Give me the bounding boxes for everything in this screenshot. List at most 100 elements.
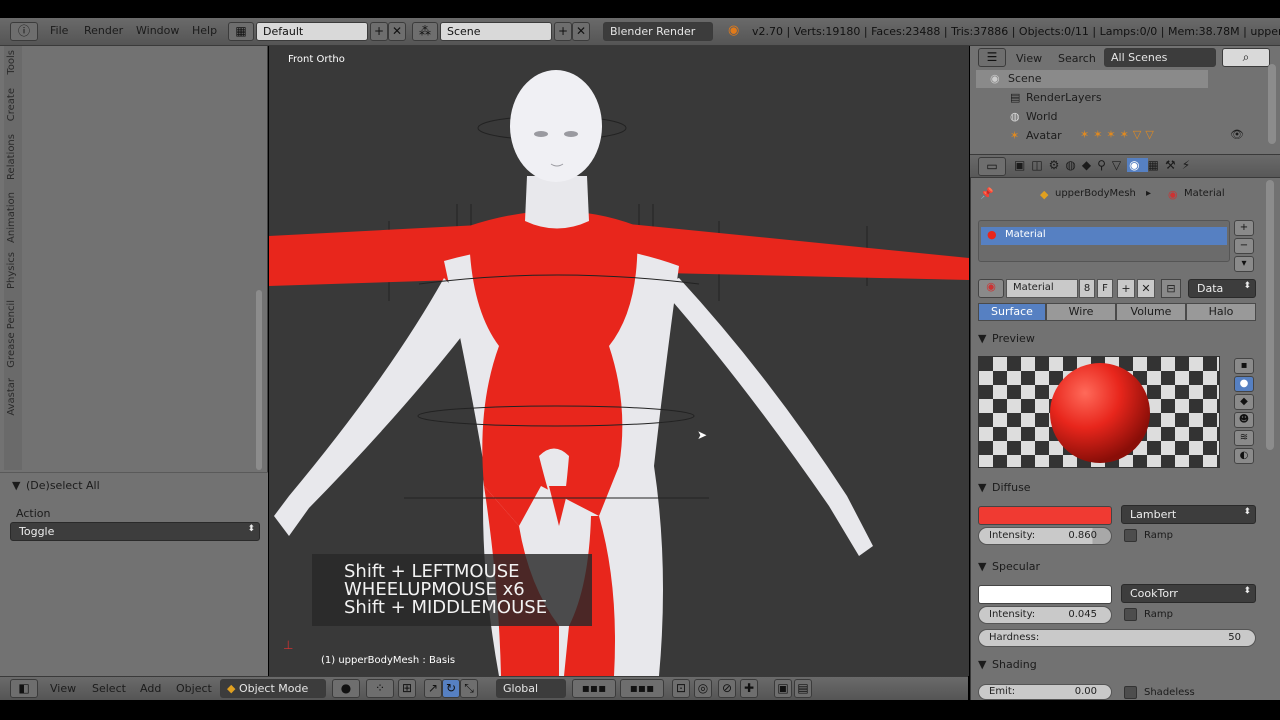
preview-flat-icon[interactable]: ▪: [1234, 358, 1254, 374]
rotate-icon[interactable]: ↻: [442, 679, 460, 698]
preview-sky-icon[interactable]: ◐: [1234, 448, 1254, 464]
tab-tools[interactable]: Tools: [6, 50, 20, 75]
link-select[interactable]: Data ⬍: [1188, 279, 1256, 298]
outliner-row-renderlayers[interactable]: ▤ RenderLayers: [996, 89, 1196, 107]
search-icon[interactable]: ⌕: [1222, 48, 1270, 67]
collapse-arrow-icon[interactable]: ▼: [12, 479, 20, 492]
snap-icon[interactable]: ⊘: [718, 679, 736, 698]
material-slot-row[interactable]: ● Material: [981, 227, 1227, 245]
outliner-row-world[interactable]: ◍ World: [1010, 108, 1190, 126]
menu-view[interactable]: View: [50, 682, 76, 695]
editor-type-icon[interactable]: ▭: [978, 157, 1006, 176]
lock-icon[interactable]: ⊡: [672, 679, 690, 698]
collapse-arrow-icon[interactable]: ▼: [978, 481, 986, 494]
diffuse-intensity-slider[interactable]: Intensity: 0.860: [978, 527, 1112, 545]
tab-wire[interactable]: Wire: [1046, 303, 1116, 321]
tab-relations[interactable]: Relations: [6, 134, 20, 180]
menu-select[interactable]: Select: [92, 682, 126, 695]
preview-sphere-icon[interactable]: ●: [1234, 376, 1254, 392]
add-layout-icon[interactable]: +: [370, 22, 388, 41]
manipulator-icon[interactable]: ⊞: [398, 679, 416, 698]
tab-create[interactable]: Create: [6, 88, 20, 121]
proportional-icon[interactable]: ◎: [694, 679, 712, 698]
tab-physics[interactable]: Physics: [6, 252, 20, 289]
layers-icon-2[interactable]: ▪▪▪: [620, 679, 664, 698]
scene-stats: v2.70 | Verts:19180 | Faces:23488 | Tris…: [752, 25, 1280, 38]
diffuse-ramp-checkbox[interactable]: [1124, 529, 1137, 542]
render-icon[interactable]: ▣: [774, 679, 792, 698]
unlink-material-icon[interactable]: ✕: [1137, 279, 1155, 298]
pivot-icon[interactable]: ⁘: [366, 679, 394, 698]
specular-ramp-checkbox[interactable]: [1124, 608, 1137, 621]
layout-selector[interactable]: Default: [256, 22, 368, 41]
add-scene-icon[interactable]: +: [554, 22, 572, 41]
action-select[interactable]: Toggle ⬍: [10, 522, 260, 541]
fake-user-toggle[interactable]: F: [1097, 279, 1113, 298]
new-material-icon[interactable]: +: [1117, 279, 1135, 298]
material-browse-icon[interactable]: ◉: [978, 279, 1004, 298]
scale-icon[interactable]: ⤡: [460, 679, 478, 698]
tab-animation[interactable]: Animation: [6, 192, 20, 243]
layers-icon[interactable]: ▪▪▪: [572, 679, 616, 698]
diffuse-color-swatch[interactable]: [978, 506, 1112, 525]
preview-monkey-icon[interactable]: ☻: [1234, 412, 1254, 428]
specular-intensity-slider[interactable]: Intensity: 0.045: [978, 606, 1112, 624]
layout-icon[interactable]: ▦: [228, 22, 254, 41]
action-label: Action: [16, 507, 51, 520]
emit-field[interactable]: Emit: 0.00: [978, 684, 1112, 700]
remove-slot-icon[interactable]: −: [1234, 238, 1254, 254]
tab-surface[interactable]: Surface: [978, 303, 1046, 321]
outliner-row-scene[interactable]: ◉ Scene: [976, 70, 1208, 88]
editor-type-icon[interactable]: ⓘ: [10, 22, 38, 41]
menu-window[interactable]: Window: [136, 24, 179, 37]
hardness-field[interactable]: Hardness: 50: [978, 629, 1256, 647]
render-engine-select[interactable]: Blender Render: [603, 22, 713, 41]
shading-icon[interactable]: ●: [332, 679, 360, 698]
pin-icon[interactable]: 📌: [980, 187, 994, 200]
outliner-filter[interactable]: All Scenes: [1104, 48, 1216, 67]
menu-help[interactable]: Help: [192, 24, 217, 37]
orientation-select[interactable]: Global: [496, 679, 566, 698]
specular-shader-select[interactable]: CookTorr ⬍: [1121, 584, 1256, 603]
specular-color-swatch[interactable]: [978, 585, 1112, 604]
outliner-scrollbar[interactable]: [1268, 64, 1276, 144]
menu-add[interactable]: Add: [140, 682, 161, 695]
translate-icon[interactable]: ↗: [424, 679, 442, 698]
preview-hair-icon[interactable]: ≋: [1234, 430, 1254, 446]
menu-object[interactable]: Object: [176, 682, 212, 695]
editor-type-icon[interactable]: ☰: [978, 48, 1006, 67]
menu-file[interactable]: File: [50, 24, 68, 37]
menu-render[interactable]: Render: [84, 24, 123, 37]
snap-target-icon[interactable]: ✚: [740, 679, 758, 698]
tool-shelf-scrollbar[interactable]: [256, 290, 262, 470]
scene-selector[interactable]: Scene: [440, 22, 552, 41]
users-count[interactable]: 8: [1079, 279, 1095, 298]
tab-grease-pencil[interactable]: Grease Pencil: [6, 300, 20, 368]
remove-scene-icon[interactable]: ✕: [572, 22, 590, 41]
material-tab-icon[interactable]: ◉: [1127, 158, 1148, 172]
eye-icon[interactable]: 👁: [1230, 128, 1244, 141]
node-icon[interactable]: ⊟: [1161, 279, 1181, 298]
editor-type-icon[interactable]: ◧: [10, 679, 38, 698]
add-slot-icon[interactable]: +: [1234, 220, 1254, 236]
remove-layout-icon[interactable]: ✕: [388, 22, 406, 41]
tab-avastar[interactable]: Avastar: [6, 378, 20, 416]
mode-select[interactable]: ◆ Object Mode: [220, 679, 326, 698]
shadeless-checkbox[interactable]: [1124, 686, 1137, 699]
outliner-row-avatar[interactable]: ✶ Avatar ✶✶✶✶▽▽ 👁: [996, 127, 1272, 145]
slot-menu-icon[interactable]: ▾: [1234, 256, 1254, 272]
properties-scrollbar[interactable]: [1266, 180, 1274, 450]
context-tabs[interactable]: ▣◫⚙◍◆⚲▽ ◉ ▦⚒⚡: [1014, 158, 1264, 174]
tab-halo[interactable]: Halo: [1186, 303, 1256, 321]
collapse-arrow-icon[interactable]: ▼: [978, 560, 986, 573]
collapse-arrow-icon[interactable]: ▼: [978, 658, 986, 671]
outliner-search-menu[interactable]: Search: [1058, 52, 1096, 65]
preview-cube-icon[interactable]: ◆: [1234, 394, 1254, 410]
collapse-arrow-icon[interactable]: ▼: [978, 332, 986, 345]
diffuse-shader-select[interactable]: Lambert ⬍: [1121, 505, 1256, 524]
scene-icon[interactable]: ⁂: [412, 22, 438, 41]
material-name-field[interactable]: Material: [1006, 279, 1078, 298]
tab-volume[interactable]: Volume: [1116, 303, 1186, 321]
outliner-view-menu[interactable]: View: [1016, 52, 1042, 65]
camera-icon[interactable]: ▤: [794, 679, 812, 698]
